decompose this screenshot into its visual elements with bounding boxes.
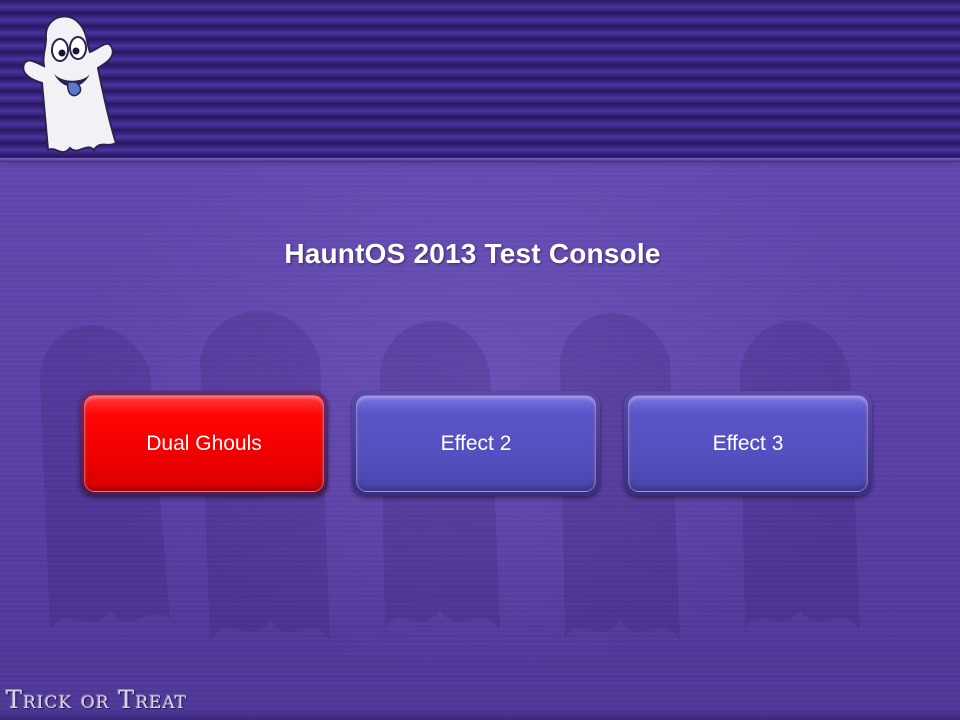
effect-button-label: Effect 2 — [356, 395, 596, 492]
effect-button-row: Dual Ghouls Effect 2 Effect 3 — [0, 391, 960, 499]
bottom-border — [0, 710, 960, 720]
header-banner — [0, 0, 960, 160]
effect-button-label: Effect 3 — [628, 395, 868, 492]
page-title: HauntOS 2013 Test Console — [284, 238, 661, 269]
effect-button-effect-3[interactable]: Effect 3 — [624, 391, 872, 496]
effect-button-label: Dual Ghouls — [84, 395, 324, 492]
effect-button-effect-2[interactable]: Effect 2 — [352, 391, 600, 496]
banner-divider — [0, 158, 960, 162]
ghost-icon — [22, 15, 118, 153]
effect-button-dual-ghouls[interactable]: Dual Ghouls — [80, 391, 328, 496]
